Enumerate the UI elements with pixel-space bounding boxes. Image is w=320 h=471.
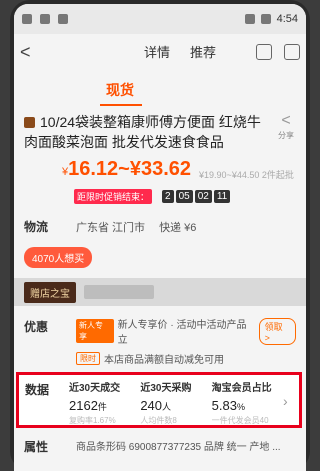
data-highlight[interactable]: 数据 近30天成交 2162件 复购率1.67% 近30天采购 240人 人均件… [16,372,302,428]
tab-instock[interactable]: 现货 [106,80,134,100]
new-user-tag: 新人专享 [76,319,114,343]
chevron-right-icon[interactable]: › [283,379,293,421]
share-button[interactable]: < 分享 [274,112,298,141]
countdown: 距限时促销结束： 2 05 02 11 [24,189,298,204]
cart-icon[interactable] [256,44,272,60]
data-label: 数据 [25,383,50,397]
notification-icon [22,14,32,24]
tab-indicator [100,104,142,106]
share-icon: < [281,112,291,129]
discount-label: 优惠 [24,320,49,334]
subtab: 现货 [14,70,306,108]
attribute-text: 商品条形码 6900877377235 品牌 统一 产地 ... [76,442,281,453]
claim-button[interactable]: 领取 > [258,317,296,345]
more-icon[interactable] [284,44,300,60]
countdown-hours: 05 [175,190,193,203]
limited-tag: 限时 [76,352,100,365]
stat-col: 近30天采购 240人 人均件数8 [140,383,192,425]
stat-col: 淘宝会员占比 5.83% 一件代发会员40 [211,383,272,425]
price-row: ¥16.12~¥33.62 ¥19.90~¥44.50 2件起批 [24,158,298,181]
tab-details[interactable]: 详情 [144,42,170,61]
notification-icon [40,14,50,24]
tab-recommend[interactable]: 推荐 [190,42,216,61]
discount-section: 优惠 新人专享 新人专享价 · 活动中活动产品立 领取 > 限时 本店商品满额自… [14,316,306,371]
top-nav: < 详情 推荐 [14,34,306,70]
notification-icon [58,14,68,24]
product-block: 10/24袋装整箱康师傅方便面 红烧牛肉面酸菜泡面 批发代发速食食品 < 分享 … [14,108,306,204]
blurred-shop-info [84,285,154,299]
battery-icon [260,14,271,24]
original-price: ¥19.90~¥44.50 2件起批 [199,170,294,180]
discount-line: 新人专享 新人专享价 · 活动中活动产品立 领取 > [76,316,296,346]
attribute-label: 属性 [24,440,49,454]
shop-bar: 赠店之宝 [14,278,306,306]
logistics-label: 物流 [24,220,49,234]
shop-icon [24,117,35,128]
screen: 4:54 < 详情 推荐 现货 10/24袋装整箱康师傅方便面 红烧牛肉面酸菜泡… [14,4,306,471]
product-title: 10/24袋装整箱康师傅方便面 红烧牛肉面酸菜泡面 批发代发速食食品 [24,114,261,150]
countdown-seconds: 11 [213,190,231,203]
logistics-row: 物流 广东省 江门市 快递 ¥6 [14,218,306,235]
back-button[interactable]: < [20,42,40,62]
discount-text: 新人专享价 · 活动中活动产品立 [117,320,247,346]
stat-col: 近30天成交 2162件 复购率1.67% [69,383,121,425]
shipping-fee: 快递 ¥6 [159,221,197,234]
price: ¥16.12~¥33.62 [62,158,192,180]
discount-line: 限时 本店商品满额自动减免可用 [76,351,296,366]
status-bar: 4:54 [14,4,306,34]
countdown-label: 距限时促销结束： [74,189,153,204]
ship-from: 广东省 江门市 [76,221,146,234]
discount-text: 本店商品满额自动减免可用 [104,355,224,366]
shop-button[interactable]: 赠店之宝 [24,281,76,303]
countdown-minutes: 02 [194,190,212,203]
countdown-days: 2 [162,190,174,203]
attribute-row: 属性 商品条形码 6900877377235 品牌 统一 产地 ... [14,438,306,455]
wifi-icon [244,14,255,24]
want-buy-badge: 4070人想买 [24,247,93,268]
clock: 4:54 [276,13,298,25]
